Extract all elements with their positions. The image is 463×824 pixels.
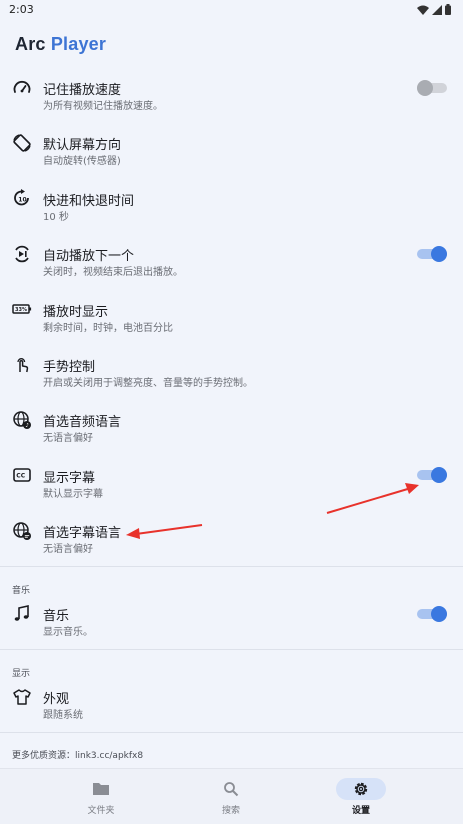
gear-icon (354, 782, 368, 796)
status-bar: 2:03 (0, 0, 463, 22)
forward-10-icon: 10 (14, 189, 29, 206)
setting-subtitle: 关闭时，视频结束后退出播放。 (43, 267, 183, 279)
closed-caption-icon: CC (13, 468, 31, 483)
svg-text:33%: 33% (15, 307, 27, 313)
setting-title: 默认屏幕方向 (43, 138, 122, 154)
remember-speed-toggle[interactable] (417, 79, 447, 96)
settings-list: 记住播放速度 为所有视频记住播放速度。 默认屏幕方向 自动旋转(传感器) 10 … (0, 60, 463, 559)
setting-subtitle: 显示音乐。 (43, 627, 93, 638)
gesture-icon (17, 357, 29, 372)
setting-screen-orientation[interactable]: 默认屏幕方向 自动旋转(传感器) (0, 115, 463, 170)
setting-subtitle: 10 秒 (43, 211, 69, 223)
nav-label: 设置 (351, 806, 370, 816)
setting-title: 快进和快退时间 (43, 193, 135, 209)
setting-title: 播放时显示 (43, 304, 109, 320)
setting-title: 首选字幕语言 (43, 526, 122, 542)
screen-rotation-icon (13, 134, 31, 152)
bottom-nav: 文件夹 搜索 设置 (0, 768, 463, 824)
status-icons (417, 4, 451, 15)
divider (0, 649, 463, 650)
autoplay-icon (15, 245, 29, 263)
setting-title: 手势控制 (43, 359, 96, 375)
autoplay-next-toggle[interactable] (417, 245, 447, 262)
setting-remember-speed[interactable]: 记住播放速度 为所有视频记住播放速度。 (0, 60, 463, 115)
setting-show-during-playback[interactable]: 33% 播放时显示 剩余时间，时钟，电池百分比 (0, 282, 463, 337)
status-time: 2:03 (9, 3, 34, 16)
battery-icon: 33% (12, 304, 32, 314)
battery-status-icon (445, 4, 451, 15)
setting-music[interactable]: 音乐 显示音乐。 (0, 586, 463, 641)
globe-subtitle-icon (13, 522, 31, 540)
setting-subtitle: 为所有视频记住播放速度。 (43, 101, 163, 112)
globe-audio-icon: ♪ (13, 411, 31, 429)
setting-gesture-control[interactable]: 手势控制 开启或关闭用于调整亮度、音量等的手势控制。 (0, 337, 463, 392)
app-title-player: Player (50, 34, 107, 54)
toggle-thumb (431, 245, 447, 262)
nav-icon-wrap (206, 778, 256, 800)
setting-subtitle: 开启或关闭用于调整亮度、音量等的手势控制。 (43, 377, 253, 389)
show-subtitles-toggle[interactable] (417, 467, 447, 484)
app-title: Arc Player (15, 34, 106, 55)
search-icon (224, 782, 239, 797)
speedometer-icon (13, 80, 31, 93)
svg-text:10: 10 (18, 197, 26, 204)
setting-subtitle: 无语言偏好 (43, 433, 93, 445)
footer-note: 更多优质资源：link3.cc/apkfx8 (12, 751, 144, 761)
music-toggle[interactable] (417, 605, 447, 622)
nav-icon-wrap (336, 778, 386, 800)
setting-title: 首选音频语言 (43, 415, 122, 431)
setting-title: 音乐 (43, 609, 70, 624)
setting-subtitle: 无语言偏好 (43, 544, 93, 556)
nav-icon-wrap (76, 778, 126, 800)
shirt-icon (13, 688, 31, 705)
svg-text:♪: ♪ (25, 422, 29, 429)
svg-text:CC: CC (16, 473, 25, 480)
divider (0, 732, 463, 733)
setting-subtitle: 剩余时间，时钟，电池百分比 (43, 322, 173, 334)
setting-subtitle: 默认显示字幕 (43, 488, 103, 500)
setting-subtitle: 跟随系统 (43, 710, 83, 721)
wifi-icon (417, 5, 429, 15)
setting-subtitle-language[interactable]: 首选字幕语言 无语言偏好 (0, 503, 463, 558)
signal-icon (432, 4, 442, 15)
setting-title: 显示字幕 (43, 470, 96, 486)
setting-appearance[interactable]: 外观 跟随系统 (0, 669, 463, 724)
setting-autoplay-next[interactable]: 自动播放下一个 关闭时，视频结束后退出播放。 (0, 226, 463, 281)
setting-title: 记住播放速度 (43, 83, 122, 98)
setting-title: 自动播放下一个 (43, 249, 135, 265)
app-title-arc: Arc (15, 34, 46, 54)
setting-audio-language[interactable]: ♪ 首选音频语言 无语言偏好 (0, 392, 463, 447)
toggle-thumb (431, 605, 447, 622)
toggle-thumb (417, 79, 433, 96)
folder-icon (93, 783, 109, 795)
music-note-icon (14, 604, 29, 621)
setting-title: 外观 (43, 692, 70, 707)
setting-seek-time[interactable]: 10 快进和快退时间 10 秒 (0, 171, 463, 226)
nav-settings[interactable]: 设置 (284, 769, 438, 824)
toggle-thumb (431, 467, 447, 484)
divider (0, 566, 463, 567)
setting-show-subtitles[interactable]: CC 显示字幕 默认显示字幕 (0, 448, 463, 503)
setting-subtitle: 自动旋转(传感器) (43, 156, 121, 168)
